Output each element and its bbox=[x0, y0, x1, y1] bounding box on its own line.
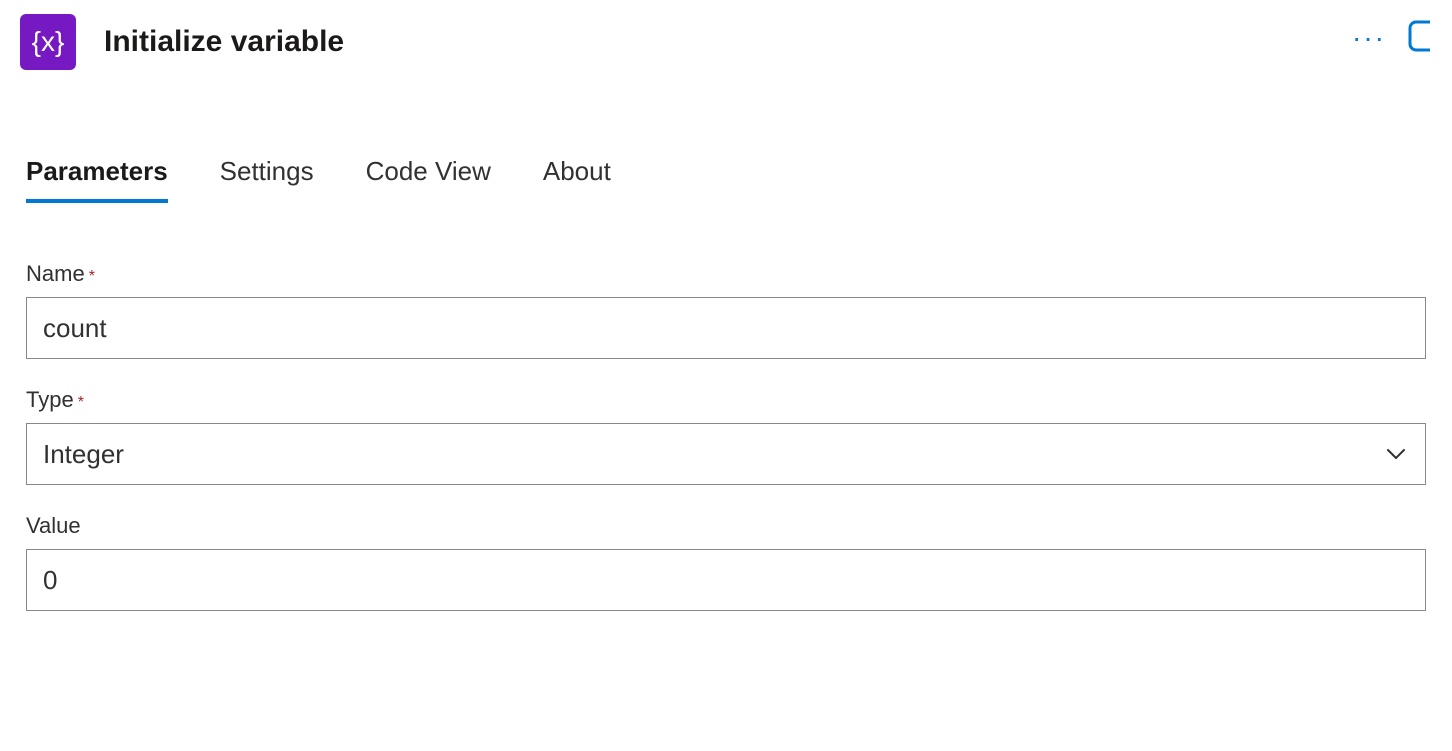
tab-code-view[interactable]: Code View bbox=[366, 156, 491, 203]
type-select[interactable]: Integer bbox=[26, 423, 1426, 485]
expand-icon[interactable] bbox=[1406, 18, 1430, 58]
tab-parameters[interactable]: Parameters bbox=[26, 156, 168, 203]
field-value: Value bbox=[26, 513, 1426, 611]
tab-about[interactable]: About bbox=[543, 156, 611, 203]
chevron-down-icon bbox=[1383, 441, 1409, 467]
action-title: Initialize variable bbox=[104, 25, 344, 59]
field-name: Name* bbox=[26, 261, 1426, 359]
required-asterisk: * bbox=[89, 268, 95, 285]
required-asterisk: * bbox=[78, 394, 84, 411]
more-options-icon[interactable]: ··· bbox=[1352, 24, 1386, 52]
variable-icon-glyph: {x} bbox=[32, 26, 65, 58]
variable-icon: {x} bbox=[20, 14, 76, 70]
type-label: Type bbox=[26, 387, 74, 413]
header-actions: ··· bbox=[1352, 18, 1430, 58]
tabs: Parameters Settings Code View About bbox=[20, 156, 1432, 203]
tab-settings[interactable]: Settings bbox=[220, 156, 314, 203]
parameters-form: Name* Type* Integer Va bbox=[20, 261, 1432, 611]
value-label: Value bbox=[26, 513, 81, 539]
name-input[interactable] bbox=[26, 297, 1426, 359]
type-select-value: Integer bbox=[43, 439, 124, 470]
value-input[interactable] bbox=[26, 549, 1426, 611]
action-header: {x} Initialize variable bbox=[20, 14, 1432, 70]
field-type: Type* Integer bbox=[26, 387, 1426, 485]
name-label: Name bbox=[26, 261, 85, 287]
